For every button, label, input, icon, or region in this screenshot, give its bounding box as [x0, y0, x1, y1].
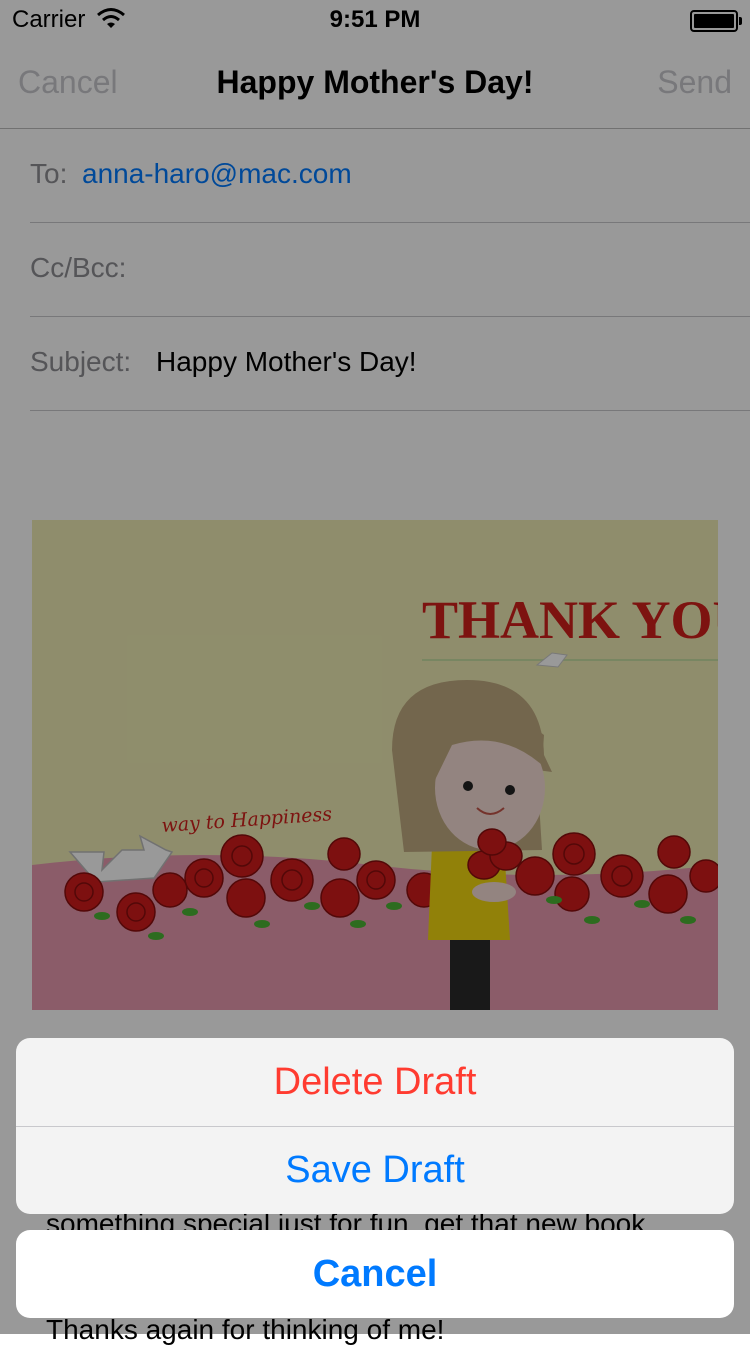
- action-sheet: Delete Draft Save Draft: [16, 1038, 734, 1214]
- save-draft-button[interactable]: Save Draft: [16, 1126, 734, 1214]
- delete-draft-button[interactable]: Delete Draft: [16, 1038, 734, 1127]
- action-sheet-cancel-button[interactable]: Cancel: [16, 1230, 734, 1318]
